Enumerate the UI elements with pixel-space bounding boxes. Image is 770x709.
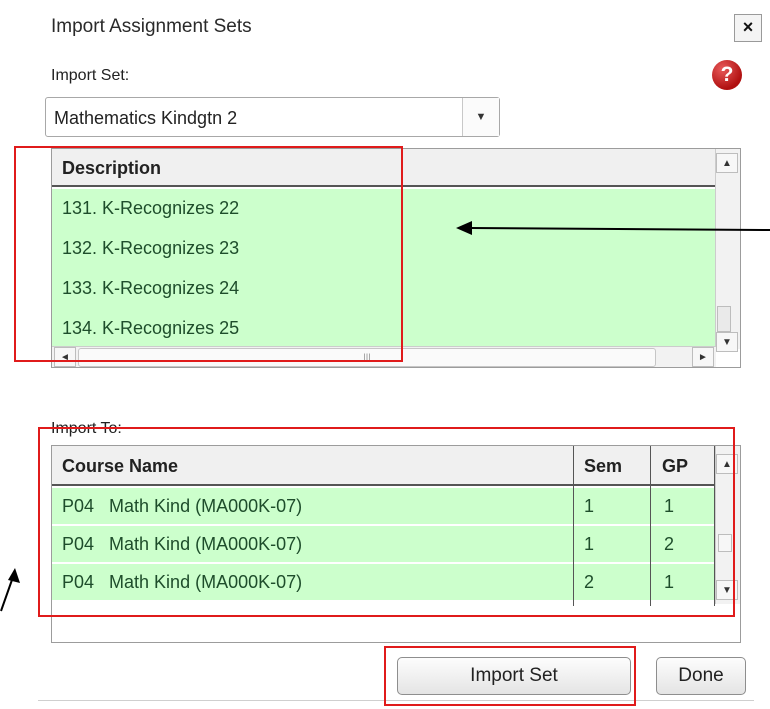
arrow-line-up [0,576,14,612]
arrow-line-left [469,227,770,231]
arrow-head-left-icon [456,221,472,235]
arrow-head-up-icon [8,568,20,583]
annotation-arrows [0,221,770,612]
